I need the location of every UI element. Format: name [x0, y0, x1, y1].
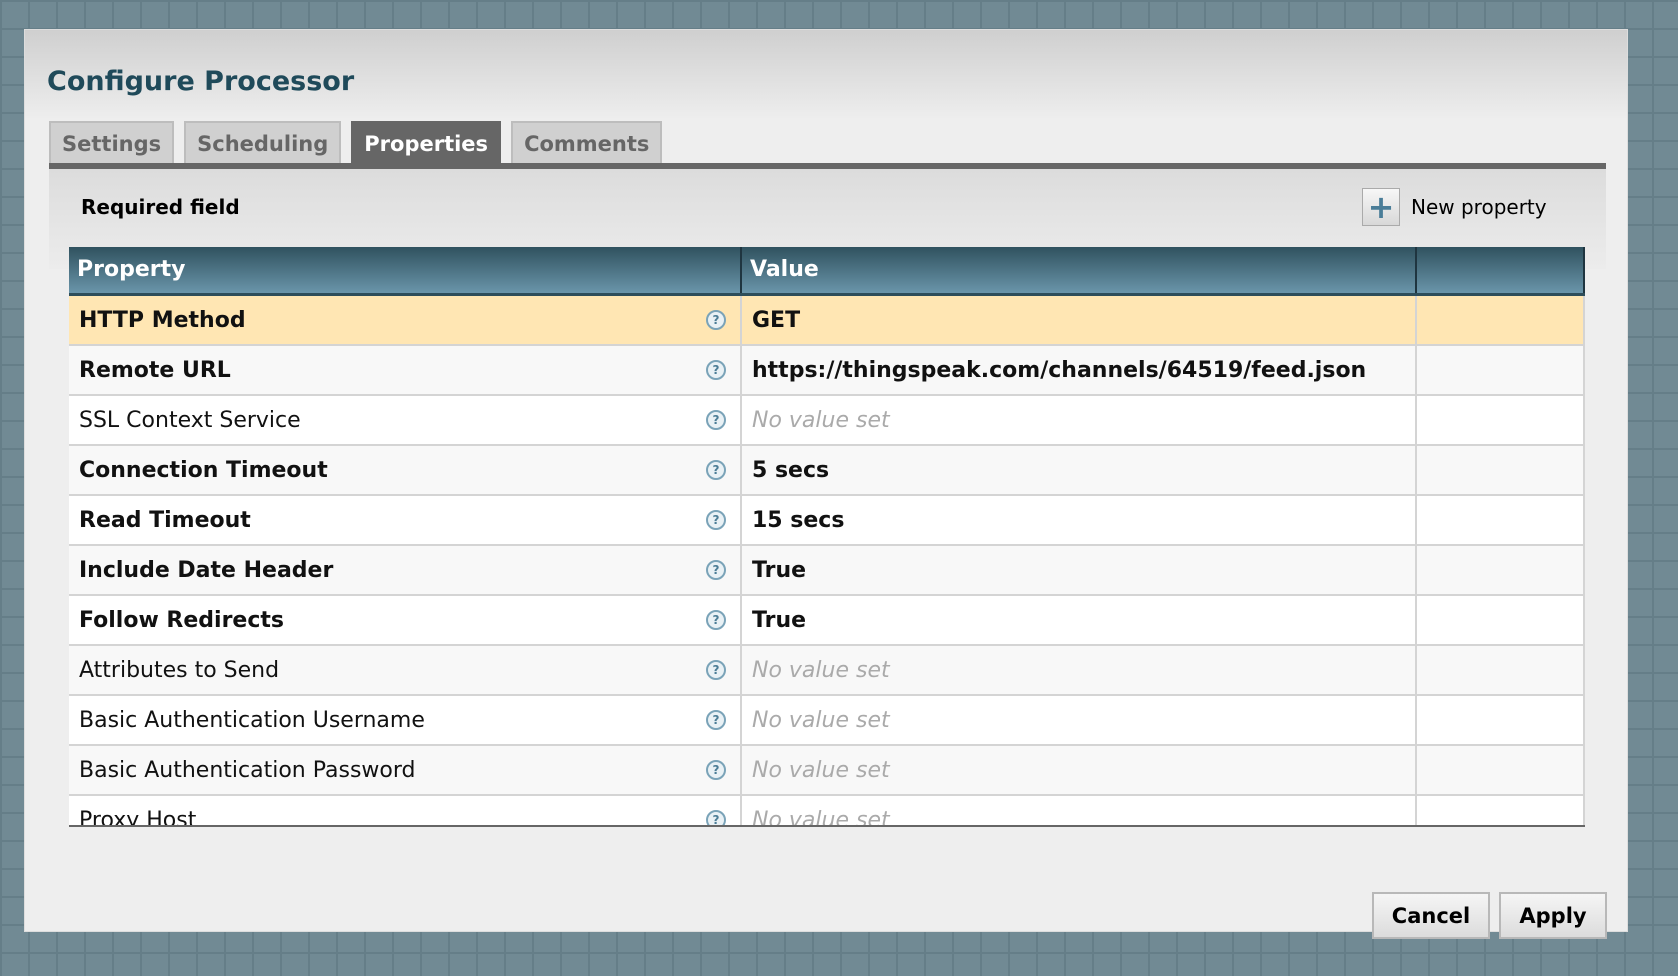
help-icon[interactable]: ?	[706, 760, 726, 780]
property-value-cell[interactable]: GET	[742, 296, 1417, 344]
property-name: Remote URL	[79, 357, 231, 383]
property-name-cell[interactable]: Attributes to Send?	[69, 646, 742, 694]
table-row[interactable]: SSL Context Service? No value set	[69, 396, 1585, 446]
table-row[interactable]: Follow Redirects? True	[69, 596, 1585, 646]
configure-processor-dialog: Configure Processor Settings Scheduling …	[24, 29, 1628, 939]
property-name: Connection Timeout	[79, 457, 328, 483]
property-value: https://thingspeak.com/channels/64519/fe…	[752, 357, 1367, 383]
help-icon[interactable]: ?	[706, 710, 726, 730]
table-header: Property Value	[69, 247, 1585, 296]
table-row[interactable]: Include Date Header? True	[69, 546, 1585, 596]
property-name-cell[interactable]: Basic Authentication Password?	[69, 746, 742, 794]
property-value: No value set	[752, 407, 890, 433]
property-value: No value set	[752, 707, 890, 733]
table-row[interactable]: Basic Authentication Username? No value s…	[69, 696, 1585, 746]
property-actions-cell	[1417, 746, 1585, 794]
property-name: Read Timeout	[79, 507, 251, 533]
cancel-button[interactable]: Cancel	[1372, 892, 1490, 939]
property-actions-cell	[1417, 796, 1585, 825]
table-row[interactable]: Basic Authentication Password? No value s…	[69, 746, 1585, 796]
help-icon[interactable]: ?	[706, 810, 726, 825]
property-name: Basic Authentication Password	[79, 757, 416, 783]
table-row[interactable]: Remote URL? https://thingspeak.com/channe…	[69, 346, 1585, 396]
property-value-cell[interactable]: 5 secs	[742, 446, 1417, 494]
column-header-actions	[1417, 247, 1585, 293]
table-row[interactable]: Attributes to Send? No value set	[69, 646, 1585, 696]
property-value-cell[interactable]: No value set	[742, 746, 1417, 794]
help-icon[interactable]: ?	[706, 310, 726, 330]
table-row[interactable]: Proxy Host? No value set	[69, 796, 1585, 827]
help-icon[interactable]: ?	[706, 610, 726, 630]
new-property-button[interactable]: + New property	[1362, 188, 1547, 226]
property-name-cell[interactable]: Connection Timeout?	[69, 446, 742, 494]
property-value: 15 secs	[752, 507, 845, 533]
help-icon[interactable]: ?	[706, 410, 726, 430]
property-value-cell[interactable]: https://thingspeak.com/channels/64519/fe…	[742, 346, 1417, 394]
property-actions-cell	[1417, 296, 1585, 344]
property-actions-cell	[1417, 546, 1585, 594]
property-name-cell[interactable]: SSL Context Service?	[69, 396, 742, 444]
property-name: Follow Redirects	[79, 607, 285, 633]
property-name-cell[interactable]: Follow Redirects?	[69, 596, 742, 644]
property-actions-cell	[1417, 596, 1585, 644]
properties-table: Property Value HTTP Method? GET Remote URL…	[69, 247, 1585, 827]
dialog-title: Configure Processor	[47, 66, 355, 97]
property-value: True	[752, 557, 807, 583]
table-row[interactable]: Connection Timeout? 5 secs	[69, 446, 1585, 496]
tab-settings[interactable]: Settings	[49, 121, 175, 163]
help-icon[interactable]: ?	[706, 660, 726, 680]
property-actions-cell	[1417, 446, 1585, 494]
property-value-cell[interactable]: No value set	[742, 696, 1417, 744]
property-name: Include Date Header	[79, 557, 334, 583]
property-value-cell[interactable]: No value set	[742, 796, 1417, 827]
help-icon[interactable]: ?	[706, 460, 726, 480]
property-actions-cell	[1417, 496, 1585, 544]
table-row[interactable]: HTTP Method? GET	[69, 296, 1585, 346]
new-property-label[interactable]: New property	[1411, 195, 1547, 219]
tab-comments[interactable]: Comments	[511, 121, 663, 163]
tab-scheduling[interactable]: Scheduling	[184, 121, 342, 163]
property-name: Basic Authentication Username	[79, 707, 425, 733]
tab-properties[interactable]: Properties	[351, 121, 502, 163]
property-value-cell[interactable]: No value set	[742, 646, 1417, 694]
property-value: True	[752, 607, 807, 633]
plus-icon[interactable]: +	[1362, 188, 1400, 226]
help-icon[interactable]: ?	[706, 560, 726, 580]
property-name-cell[interactable]: Basic Authentication Username?	[69, 696, 742, 744]
property-name-cell[interactable]: Read Timeout?	[69, 496, 742, 544]
column-header-property: Property	[69, 247, 742, 293]
tab-bar: Settings Scheduling Properties Comments	[49, 121, 663, 163]
property-name-cell[interactable]: Remote URL?	[69, 346, 742, 394]
property-name-cell[interactable]: Include Date Header?	[69, 546, 742, 594]
property-name: Attributes to Send	[79, 657, 280, 683]
required-field-legend: Required field	[81, 195, 240, 219]
property-name-cell[interactable]: HTTP Method?	[69, 296, 742, 344]
help-icon[interactable]: ?	[706, 360, 726, 380]
column-header-value: Value	[742, 247, 1417, 293]
property-value-cell[interactable]: True	[742, 546, 1417, 594]
property-name-cell[interactable]: Proxy Host?	[69, 796, 742, 827]
property-actions-cell	[1417, 346, 1585, 394]
property-value: GET	[752, 307, 801, 333]
property-value-cell[interactable]: No value set	[742, 396, 1417, 444]
property-actions-cell	[1417, 396, 1585, 444]
table-row[interactable]: Read Timeout? 15 secs	[69, 496, 1585, 546]
property-value-cell[interactable]: True	[742, 596, 1417, 644]
property-value: 5 secs	[752, 457, 830, 483]
property-actions-cell	[1417, 646, 1585, 694]
property-name: HTTP Method	[79, 307, 246, 333]
property-value: No value set	[752, 757, 890, 783]
apply-button[interactable]: Apply	[1499, 892, 1607, 939]
property-actions-cell	[1417, 696, 1585, 744]
property-value-cell[interactable]: 15 secs	[742, 496, 1417, 544]
property-value: No value set	[752, 807, 890, 827]
property-value: No value set	[752, 657, 890, 683]
property-name: SSL Context Service	[79, 407, 301, 433]
help-icon[interactable]: ?	[706, 510, 726, 530]
property-name: Proxy Host	[79, 807, 197, 827]
